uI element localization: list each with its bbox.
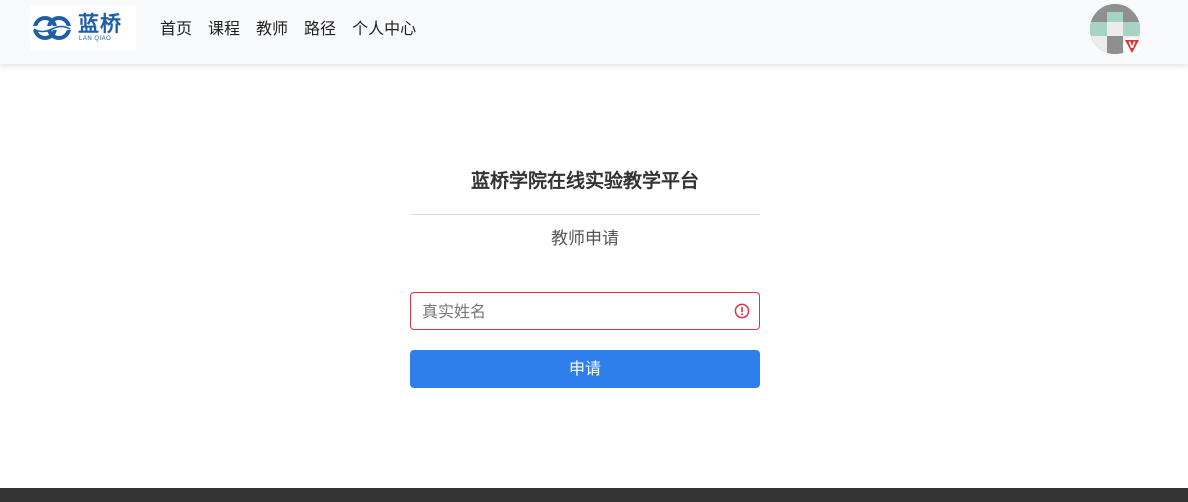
- vip-badge-icon: V: [1123, 37, 1141, 55]
- logo-mark-icon: [32, 16, 72, 40]
- page-footer: [0, 488, 1188, 502]
- nav-home[interactable]: 首页: [160, 18, 192, 40]
- nav-profile-center[interactable]: 个人中心: [352, 18, 416, 40]
- nav-teachers[interactable]: 教师: [256, 18, 288, 40]
- real-name-input[interactable]: [411, 293, 721, 329]
- top-navbar: 蓝桥 LAN QIAO 首页 课程 教师 路径 个人中心 V: [0, 0, 1188, 64]
- real-name-field: [410, 292, 760, 330]
- main-nav: 首页 课程 教师 路径 个人中心: [160, 18, 432, 40]
- nav-courses[interactable]: 课程: [208, 18, 240, 40]
- logo-chinese-text: 蓝桥: [78, 12, 122, 36]
- title-divider: [410, 214, 760, 215]
- lanqiao-logo[interactable]: 蓝桥 LAN QIAO: [30, 6, 136, 50]
- form-subtitle: 教师申请: [551, 229, 619, 249]
- apply-button[interactable]: 申请: [410, 350, 760, 388]
- nav-paths[interactable]: 路径: [304, 18, 336, 40]
- logo-english-text: LAN QIAO: [79, 36, 112, 42]
- vip-badge-letter: V: [1129, 41, 1136, 51]
- error-alert-icon: [734, 303, 750, 319]
- page-title: 蓝桥学院在线实验教学平台: [470, 170, 699, 192]
